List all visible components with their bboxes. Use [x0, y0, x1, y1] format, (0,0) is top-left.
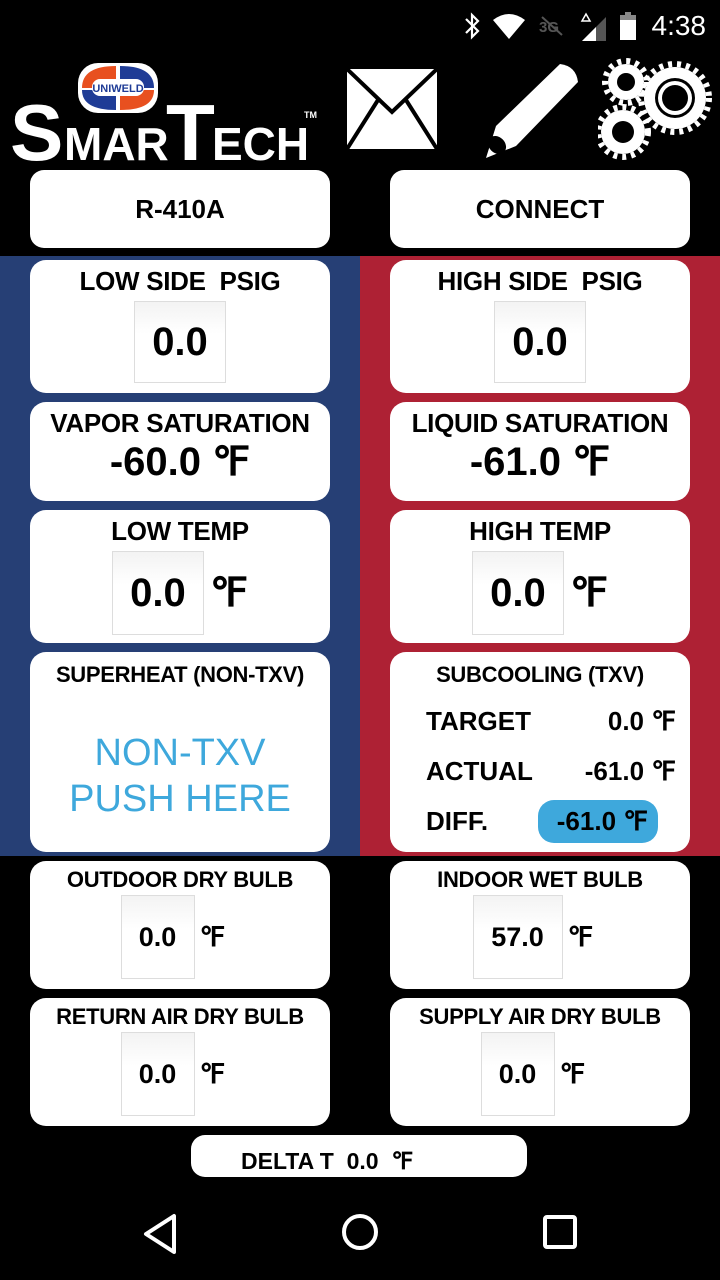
battery-icon [619, 12, 636, 40]
diff-value-badge: -61.0 ℉ [538, 799, 658, 843]
svg-text:S: S [10, 88, 63, 165]
connect-button[interactable]: CONNECT [390, 170, 690, 248]
return-air-dry-bulb-unit: ℉ [199, 1058, 226, 1089]
subcooling-actual-row: ACTUAL -61.0 ℉ [426, 746, 690, 796]
outdoor-dry-bulb-card: OUTDOOR DRY BULB 0.0 ℉ [30, 861, 330, 989]
indoor-wet-bulb-unit: ℉ [567, 921, 594, 952]
low-side-psig-input[interactable]: 0.0 [134, 301, 226, 383]
return-air-dry-bulb-input[interactable]: 0.0 [120, 1032, 195, 1116]
indoor-wet-bulb-title: INDOOR WET BULB [437, 867, 643, 892]
svg-text:ECH: ECH [212, 118, 309, 165]
target-value: 0.0 ℉ [607, 705, 676, 736]
outdoor-dry-bulb-unit: ℉ [199, 921, 226, 952]
low-temp-input[interactable]: 0.0 [111, 551, 204, 635]
push-line-1: NON-TXV [94, 732, 266, 774]
outdoor-dry-bulb-input[interactable]: 0.0 [120, 895, 195, 979]
wifi-icon [492, 14, 525, 39]
liquid-saturation-title: LIQUID SATURATION [411, 408, 669, 438]
delta-t-value: DELTA T 0.0 ℉ [241, 1148, 414, 1174]
high-side-psig-title: HIGH SIDE PSIG [437, 266, 643, 296]
high-temp-unit: ℉ [569, 571, 609, 615]
svg-text:UNIWELD: UNIWELD [92, 83, 143, 95]
non-txv-push-button[interactable]: NON-TXV PUSH HERE [30, 730, 330, 822]
push-line-2: PUSH HERE [69, 778, 291, 820]
back-icon[interactable] [140, 1212, 180, 1256]
low-temp-unit: ℉ [209, 571, 249, 615]
supply-air-dry-bulb-unit: ℉ [559, 1058, 586, 1089]
vapor-saturation-card: VAPOR SATURATION -60.0 ℉ [30, 402, 330, 501]
vapor-saturation-title: VAPOR SATURATION [50, 408, 310, 438]
supply-air-dry-bulb-card: SUPPLY AIR DRY BULB 0.0 ℉ [390, 998, 690, 1126]
high-temp-title: HIGH TEMP [469, 516, 611, 546]
mail-button[interactable] [345, 67, 439, 155]
refrigerant-select-button[interactable]: R-410A [30, 170, 330, 248]
subcooling-card: SUBCOOLING (TXV) TARGET 0.0 ℉ ACTUAL -61… [390, 652, 690, 852]
signal-icon [580, 12, 606, 41]
svg-text:3G: 3G [539, 19, 559, 36]
smartech-logo: UNIWELD S MAR T ECH TM [8, 60, 326, 177]
high-temp-card: HIGH TEMP 0.0 ℉ [390, 510, 690, 643]
status-bar: 3G 4:38 [0, 0, 720, 52]
status-icons: 3G 4:38 [464, 8, 707, 44]
settings-gears-icon [595, 58, 712, 160]
clock: 4:38 [651, 10, 707, 41]
supply-air-dry-bulb-title: SUPPLY AIR DRY BULB [419, 1004, 661, 1029]
indoor-wet-bulb-input[interactable]: 57.0 [472, 895, 563, 979]
recents-icon[interactable] [542, 1214, 578, 1250]
liquid-saturation-value: -61.0 ℉ [469, 440, 611, 484]
svg-text:T: T [166, 88, 215, 165]
low-temp-title: LOW TEMP [111, 516, 249, 546]
svg-text:MAR: MAR [64, 118, 169, 165]
settings-button[interactable] [595, 58, 712, 167]
low-side-psig-title: LOW SIDE PSIG [79, 266, 281, 296]
high-temp-input[interactable]: 0.0 [471, 551, 564, 635]
edit-button[interactable] [482, 60, 582, 165]
liquid-saturation-card: LIQUID SATURATION -61.0 ℉ [390, 402, 690, 501]
navigation-bar [0, 1180, 720, 1280]
actual-label: ACTUAL [426, 755, 533, 786]
diff-label: DIFF. [426, 805, 489, 836]
pencil-icon [486, 64, 578, 158]
svg-text:TM: TM [304, 110, 317, 120]
outdoor-dry-bulb-title: OUTDOOR DRY BULB [66, 867, 294, 892]
return-air-dry-bulb-card: RETURN AIR DRY BULB 0.0 ℉ [30, 998, 330, 1126]
superheat-title: SUPERHEAT (NON-TXV) [55, 662, 305, 687]
indoor-wet-bulb-card: INDOOR WET BULB 57.0 ℉ [390, 861, 690, 989]
subcooling-diff-row: DIFF. -61.0 ℉ [426, 796, 690, 846]
high-side-psig-card: HIGH SIDE PSIG 0.0 [390, 260, 690, 393]
uniweld-badge: UNIWELD [78, 63, 158, 113]
supply-air-dry-bulb-input[interactable]: 0.0 [480, 1032, 555, 1116]
actual-value: -61.0 ℉ [584, 755, 676, 786]
low-side-psig-card: LOW SIDE PSIG 0.0 [30, 260, 330, 393]
vapor-saturation-value: -60.0 ℉ [109, 440, 251, 484]
return-air-dry-bulb-title: RETURN AIR DRY BULB [56, 1004, 304, 1029]
superheat-card[interactable]: SUPERHEAT (NON-TXV) NON-TXV PUSH HERE [30, 652, 330, 852]
home-icon[interactable] [340, 1212, 380, 1252]
mail-icon [345, 67, 439, 151]
low-temp-card: LOW TEMP 0.0 ℉ [30, 510, 330, 643]
delta-t-card: DELTA T 0.0 ℉ [191, 1135, 527, 1177]
3g-icon: 3G [539, 16, 563, 36]
target-label: TARGET [426, 705, 531, 736]
high-side-psig-input[interactable]: 0.0 [494, 301, 586, 383]
subcooling-target-row: TARGET 0.0 ℉ [426, 696, 690, 746]
subcooling-title: SUBCOOLING (TXV) [436, 662, 644, 687]
bluetooth-icon [464, 12, 480, 40]
